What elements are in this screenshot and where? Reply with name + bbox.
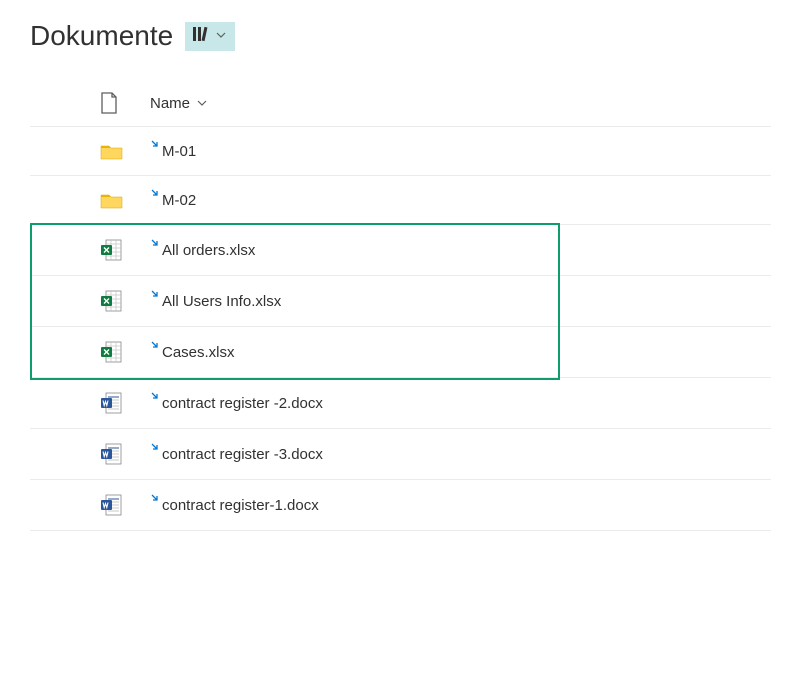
excel-icon [100,290,150,312]
link-indicator-icon [150,188,160,201]
link-indicator-icon [150,493,160,506]
word-icon [100,392,150,414]
item-name-text: All Users Info.xlsx [162,293,281,310]
item-name-text: M-02 [162,192,196,209]
list-item[interactable]: All Users Info.xlsx [30,276,771,327]
item-name[interactable]: All orders.xlsx [150,242,255,259]
item-name[interactable]: M-02 [150,192,196,209]
chevron-down-icon [196,97,208,109]
chevron-down-icon [215,29,227,44]
link-indicator-icon [150,340,160,353]
document-list: Name M-01 M-02 All orders.xlsx All Users In… [30,82,771,531]
item-name[interactable]: M-01 [150,143,196,160]
list-item[interactable]: Cases.xlsx [30,327,771,378]
list-item[interactable]: All orders.xlsx [30,225,771,276]
view-selector[interactable] [185,22,235,51]
word-icon [100,443,150,465]
item-name[interactable]: contract register-1.docx [150,497,319,514]
item-name[interactable]: Cases.xlsx [150,344,235,361]
list-item[interactable]: contract register -2.docx [30,378,771,429]
folder-icon [100,141,150,161]
column-type-icon[interactable] [100,92,150,114]
item-name[interactable]: All Users Info.xlsx [150,293,281,310]
link-indicator-icon [150,391,160,404]
page-title: Dokumente [30,20,173,52]
item-name[interactable]: contract register -3.docx [150,446,323,463]
item-name-text: contract register -2.docx [162,395,323,412]
excel-icon [100,341,150,363]
library-icon [193,26,211,47]
word-icon [100,494,150,516]
list-header: Name [30,82,771,127]
list-item[interactable]: contract register -3.docx [30,429,771,480]
list-item[interactable]: M-01 [30,127,771,176]
link-indicator-icon [150,289,160,302]
column-name-label: Name [150,95,190,112]
item-name[interactable]: contract register -2.docx [150,395,323,412]
column-name-header[interactable]: Name [150,95,208,112]
link-indicator-icon [150,238,160,251]
link-indicator-icon [150,442,160,455]
excel-icon [100,239,150,261]
item-name-text: contract register-1.docx [162,497,319,514]
item-name-text: contract register -3.docx [162,446,323,463]
folder-icon [100,190,150,210]
item-name-text: All orders.xlsx [162,242,255,259]
item-name-text: M-01 [162,143,196,160]
list-item[interactable]: contract register-1.docx [30,480,771,531]
link-indicator-icon [150,139,160,152]
item-name-text: Cases.xlsx [162,344,235,361]
list-item[interactable]: M-02 [30,176,771,225]
